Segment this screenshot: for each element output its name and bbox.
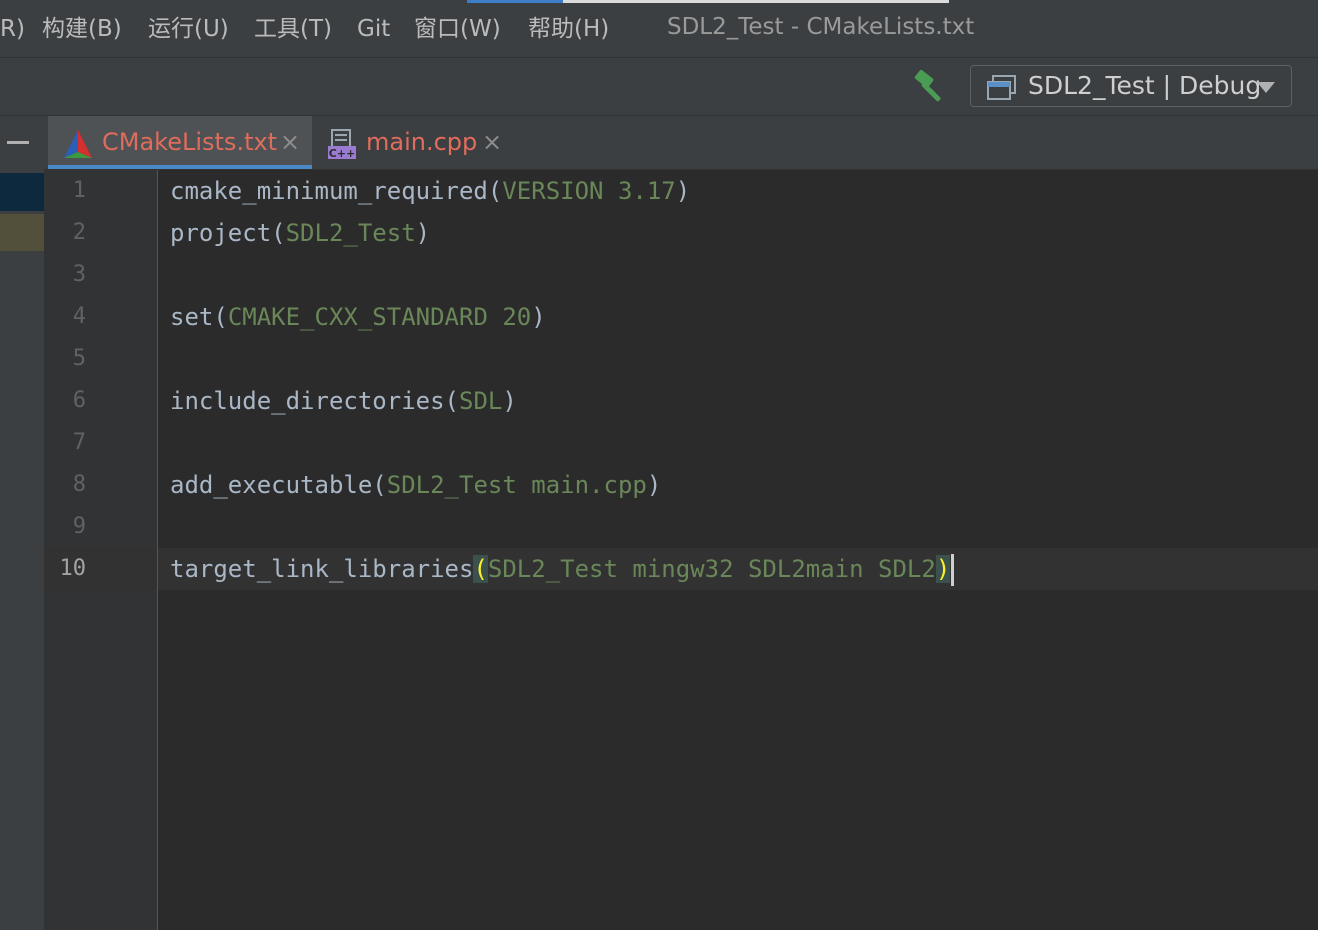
command-name: project [170, 219, 272, 247]
left-tool-strip [0, 116, 44, 930]
menu-item-partial[interactable]: R) [0, 14, 25, 44]
command-name: set [170, 303, 214, 331]
code-line[interactable]: cmake_minimum_required(VERSION 3.17) [170, 170, 690, 212]
progress-indicator [467, 0, 563, 3]
menu-item-help[interactable]: 帮助(H) [528, 14, 609, 44]
code-editor[interactable]: 1 2 3 4 5 6 7 8 9 10 cmake_minimum_requi… [44, 170, 1318, 930]
tab-label: CMakeLists.txt [102, 128, 278, 156]
editor-tab-bar: CMakeLists.txt × C++ main.cpp × [44, 116, 1318, 170]
code-line[interactable]: add_executable(SDL2_Test main.cpp) [170, 464, 661, 506]
menu-item-window[interactable]: 窗口(W) [414, 14, 501, 44]
command-args: SDL2_Test main.cpp [386, 471, 647, 499]
command-name: cmake_minimum_required [170, 177, 488, 205]
command-args: SDL2_Test mingw32 SDL2main SDL2 [487, 555, 936, 583]
tab-main-cpp[interactable]: C++ main.cpp × [316, 116, 516, 169]
open-paren: ( [372, 471, 387, 499]
cmake-triangle-icon [64, 130, 92, 158]
window-title: SDL2_Test - CMakeLists.txt [667, 14, 975, 40]
tab-label: main.cpp [366, 128, 478, 156]
command-name: include_directories [170, 387, 445, 415]
line-number: 8 [72, 472, 86, 497]
menu-item-build[interactable]: 构建(B) [42, 14, 122, 44]
hammer-icon[interactable] [912, 70, 950, 104]
line-number: 2 [72, 220, 86, 245]
text-cursor [951, 554, 955, 586]
line-number: 1 [72, 178, 86, 203]
run-configuration-select[interactable]: SDL2_Test | Debug [970, 65, 1292, 107]
svg-text:C++: C++ [329, 147, 356, 160]
code-line[interactable]: include_directories(SDL) [170, 380, 517, 422]
structure-marker [0, 214, 44, 251]
close-paren: ) [531, 303, 546, 331]
command-name: target_link_libraries [170, 555, 474, 583]
active-tab-indicator [48, 165, 312, 169]
structure-marker [0, 173, 44, 211]
open-paren: ( [444, 387, 459, 415]
command-name: add_executable [170, 471, 373, 499]
menu-item-git[interactable]: Git [357, 14, 390, 44]
close-paren: ) [646, 471, 662, 499]
code-line[interactable]: project(SDL2_Test) [170, 212, 430, 254]
menu-item-tools[interactable]: 工具(T) [254, 14, 332, 44]
line-number: 3 [72, 262, 86, 287]
matched-open-paren: ( [473, 555, 488, 583]
window-config-icon [987, 75, 1016, 100]
close-icon[interactable]: × [280, 126, 300, 158]
matched-close-paren: ) [935, 555, 951, 583]
open-paren: ( [487, 177, 503, 205]
close-paren: ) [415, 219, 431, 247]
chevron-down-icon [1257, 82, 1275, 93]
menu-bar: R) 构建(B) 运行(U) 工具(T) Git 窗口(W) 帮助(H) SDL… [0, 0, 1318, 58]
menu-item-run[interactable]: 运行(U) [148, 14, 229, 44]
command-args: CMAKE_CXX_STANDARD 20 [227, 303, 532, 331]
cpp-file-icon: C++ [328, 129, 356, 160]
tab-cmakelists[interactable]: CMakeLists.txt × [48, 116, 312, 169]
command-args: SDL [459, 387, 503, 415]
open-paren: ( [213, 303, 228, 331]
open-paren: ( [271, 219, 286, 247]
code-line-current[interactable]: target_link_libraries(SDL2_Test mingw32 … [170, 548, 955, 590]
close-icon[interactable]: × [482, 126, 502, 158]
line-number: 5 [72, 346, 86, 371]
line-number: 7 [72, 430, 86, 455]
close-paren: ) [675, 177, 691, 205]
line-number: 4 [72, 304, 86, 329]
line-number: 6 [72, 388, 86, 413]
command-args: VERSION 3.17 [502, 177, 676, 205]
minimize-icon[interactable] [7, 141, 29, 144]
line-number: 9 [72, 514, 86, 539]
close-paren: ) [502, 387, 517, 415]
toolbar: SDL2_Test | Debug [0, 58, 1318, 116]
command-args: SDL2_Test [285, 219, 416, 247]
progress-track [563, 0, 949, 3]
code-line[interactable]: set(CMAKE_CXX_STANDARD 20) [170, 296, 546, 338]
run-configuration-label: SDL2_Test | Debug [1028, 71, 1262, 100]
line-number-current: 10 [59, 556, 87, 581]
